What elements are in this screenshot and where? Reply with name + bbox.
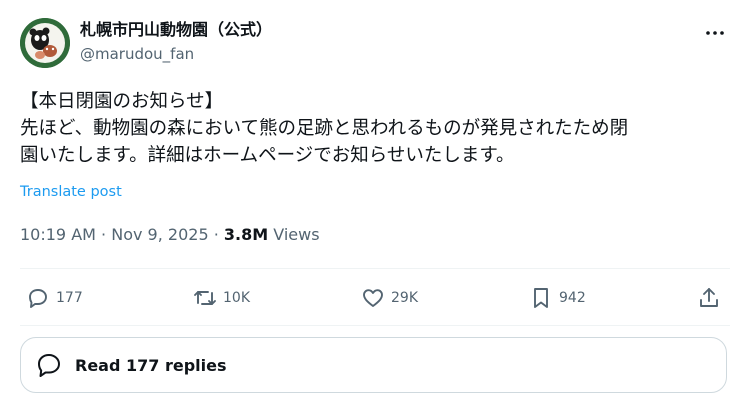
more-button[interactable] [700,20,730,46]
post-detail: 札幌市円山動物園（公式） @marudou_fan 【本日閉園のお知らせ】 先ほ… [0,0,750,415]
translate-post-link[interactable]: Translate post [20,183,122,201]
reply-count: 177 [56,290,83,306]
action-bar: 177 10K 29K 942 [0,283,750,313]
post-text-line: 園いたします。詳細はホームページでお知らせいたします。 [20,145,515,166]
repost-icon [194,291,216,305]
replies-bubble-icon [38,354,60,377]
views-label: Views [273,225,320,244]
repost-button[interactable]: 10K [193,283,250,313]
divider [20,325,730,326]
share-button[interactable] [697,283,721,313]
avatar[interactable] [20,18,70,68]
read-replies-button[interactable]: Read 177 replies [20,337,727,393]
like-button[interactable]: 29K [361,283,418,313]
like-icon [363,289,383,307]
bookmark-count: 942 [559,290,586,306]
meta-separator: · [213,225,219,244]
post-time[interactable]: 10:19 AM [20,225,96,244]
author-info: 札幌市円山動物園（公式） @marudou_fan [80,20,272,64]
meta-separator: · [101,225,107,244]
zoo-logo-icon [20,18,70,68]
display-name[interactable]: 札幌市円山動物園（公式） [80,20,272,40]
views-count: 3.8M [223,225,269,244]
reply-icon [29,289,47,308]
like-count: 29K [391,290,418,306]
more-icon [706,31,724,35]
user-handle[interactable]: @marudou_fan [80,44,272,64]
post-text-line: 先ほど、動物園の森において熊の足跡と思われるものが発見されたため閉 [20,118,629,139]
share-icon [700,288,718,307]
bookmark-button[interactable]: 942 [529,283,586,313]
reply-button[interactable]: 177 [26,283,83,313]
post-date[interactable]: Nov 9, 2025 [111,225,208,244]
post-text-line: 【本日閉園のお知らせ】 [20,91,224,112]
post-text: 【本日閉園のお知らせ】 先ほど、動物園の森において熊の足跡と思われるものが発見さ… [20,88,735,169]
repost-count: 10K [223,290,250,306]
divider [20,268,730,269]
read-replies-label: Read 177 replies [75,355,227,375]
post-meta: 10:19 AM · Nov 9, 2025 · 3.8M Views [20,224,320,246]
bookmark-icon [534,288,548,308]
